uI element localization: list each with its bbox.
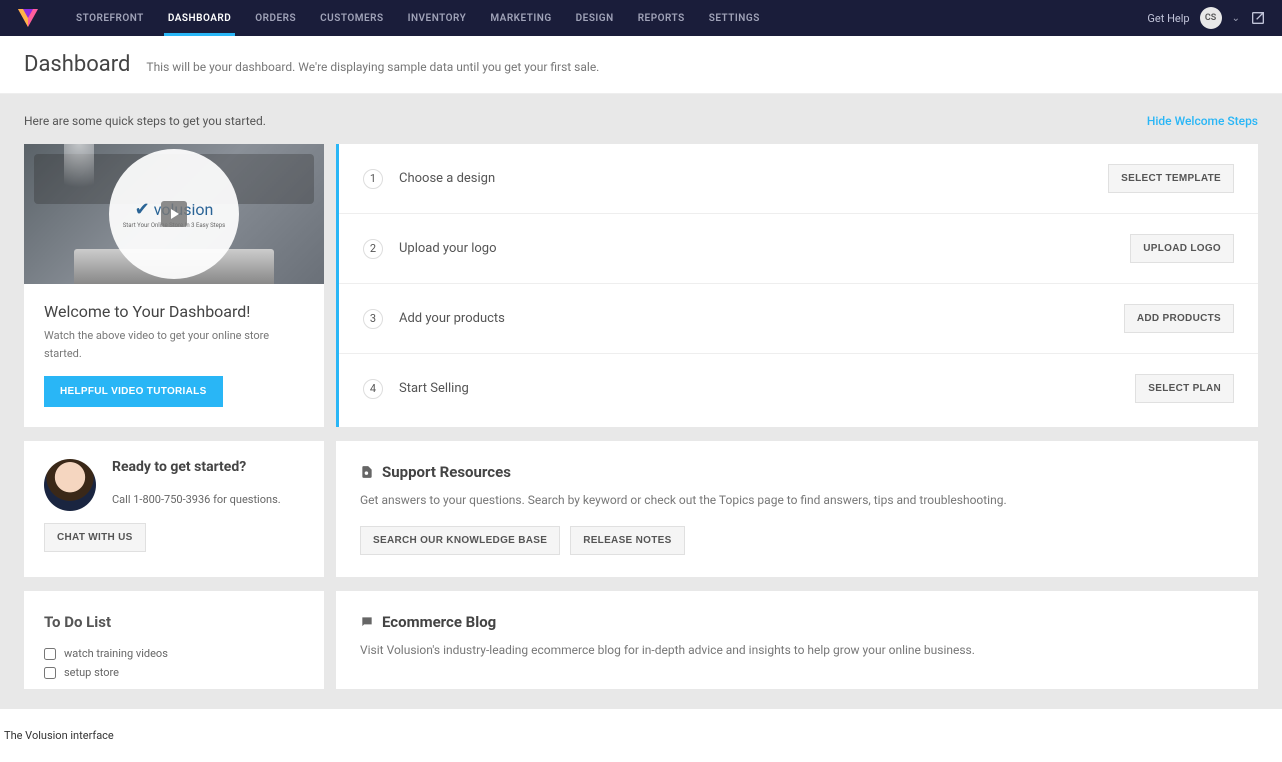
step-label: Start Selling <box>399 381 1135 396</box>
todo-checkbox[interactable] <box>44 667 56 679</box>
magnify-doc-icon <box>360 465 374 479</box>
user-avatar[interactable]: CS <box>1200 7 1222 29</box>
support-agent-avatar <box>44 459 96 511</box>
chevron-down-icon[interactable]: ⌄ <box>1232 13 1240 24</box>
support-title: Support Resources <box>382 463 511 481</box>
step-row-2: 2 Upload your logoUPLOAD LOGO <box>339 214 1258 284</box>
step-number: 2 <box>363 239 383 259</box>
todo-title: To Do List <box>44 613 304 631</box>
step-label: Upload your logo <box>399 241 1130 256</box>
search-kb-button[interactable]: SEARCH OUR KNOWLEDGE BASE <box>360 526 560 555</box>
ready-phone: Call 1-800-750-3936 for questions. <box>112 493 281 506</box>
intro-video[interactable]: ✔ volusion Start Your Online Store In 3 … <box>24 144 324 284</box>
nav-design[interactable]: DESIGN <box>564 0 626 36</box>
open-external-icon[interactable] <box>1250 10 1266 26</box>
step-row-4: 4 Start SellingSELECT PLAN <box>339 354 1258 423</box>
release-notes-button[interactable]: RELEASE NOTES <box>570 526 684 555</box>
page-subtitle: This will be your dashboard. We're displ… <box>146 60 599 74</box>
todo-label: setup store <box>64 666 119 679</box>
blog-card: Ecommerce Blog Visit Volusion's industry… <box>336 591 1258 689</box>
steps-card: 1 Choose a designSELECT TEMPLATE 2 Upload y… <box>336 144 1258 427</box>
figure-caption: The Volusion interface <box>0 709 1282 762</box>
todo-item[interactable]: setup store <box>44 666 304 679</box>
step-number: 3 <box>363 309 383 329</box>
todo-item[interactable]: watch training videos <box>44 647 304 660</box>
nav-marketing[interactable]: MARKETING <box>478 0 563 36</box>
get-help-link[interactable]: Get Help <box>1147 12 1189 25</box>
chat-icon <box>360 615 374 629</box>
nav-orders[interactable]: ORDERS <box>243 0 308 36</box>
step-action-button[interactable]: SELECT TEMPLATE <box>1108 164 1234 193</box>
step-number: 4 <box>363 379 383 399</box>
page-header: Dashboard This will be your dashboard. W… <box>0 36 1282 94</box>
bird-icon: ✔ <box>135 199 150 220</box>
step-label: Add your products <box>399 311 1124 326</box>
top-navigation: STOREFRONTDASHBOARDORDERSCUSTOMERSINVENT… <box>0 0 1282 36</box>
hide-welcome-link[interactable]: Hide Welcome Steps <box>1147 114 1258 128</box>
support-card: Support Resources Get answers to your qu… <box>336 441 1258 577</box>
intro-text: Here are some quick steps to get you sta… <box>24 114 266 128</box>
content-area: Here are some quick steps to get you sta… <box>0 94 1282 709</box>
step-label: Choose a design <box>399 171 1108 186</box>
step-number: 1 <box>363 169 383 189</box>
step-action-button[interactable]: UPLOAD LOGO <box>1130 234 1234 263</box>
welcome-text: Watch the above video to get your online… <box>44 327 304 362</box>
welcome-card: ✔ volusion Start Your Online Store In 3 … <box>24 144 324 427</box>
nav-inventory[interactable]: INVENTORY <box>396 0 479 36</box>
nav-settings[interactable]: SETTINGS <box>697 0 772 36</box>
video-tutorials-button[interactable]: HELPFUL VIDEO TUTORIALS <box>44 376 223 407</box>
step-row-1: 1 Choose a designSELECT TEMPLATE <box>339 144 1258 214</box>
todo-checkbox[interactable] <box>44 648 56 660</box>
play-icon[interactable] <box>161 201 187 227</box>
brand-logo[interactable] <box>16 6 40 30</box>
nav-reports[interactable]: REPORTS <box>626 0 697 36</box>
blog-title: Ecommerce Blog <box>382 613 496 631</box>
step-action-button[interactable]: ADD PRODUCTS <box>1124 304 1234 333</box>
todo-card: To Do List watch training videos setup st… <box>24 591 324 689</box>
support-desc: Get answers to your questions. Search by… <box>360 491 1234 510</box>
todo-label: watch training videos <box>64 647 168 660</box>
nav-customers[interactable]: CUSTOMERS <box>308 0 395 36</box>
page-title: Dashboard <box>24 52 130 77</box>
nav-storefront[interactable]: STOREFRONT <box>64 0 156 36</box>
nav-items: STOREFRONTDASHBOARDORDERSCUSTOMERSINVENT… <box>64 0 772 36</box>
blog-desc: Visit Volusion's industry-leading ecomme… <box>360 641 1234 660</box>
nav-dashboard[interactable]: DASHBOARD <box>156 0 243 36</box>
ready-card: Ready to get started? Call 1-800-750-393… <box>24 441 324 577</box>
step-action-button[interactable]: SELECT PLAN <box>1135 374 1234 403</box>
ready-title: Ready to get started? <box>112 459 281 475</box>
chat-button[interactable]: CHAT WITH US <box>44 523 146 552</box>
step-row-3: 3 Add your productsADD PRODUCTS <box>339 284 1258 354</box>
welcome-title: Welcome to Your Dashboard! <box>44 302 304 321</box>
